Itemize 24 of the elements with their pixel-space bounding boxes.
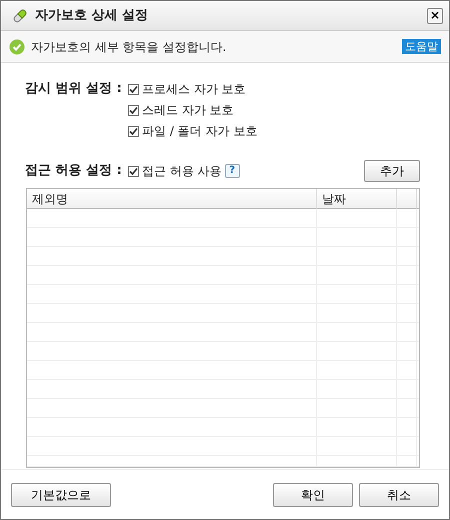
checkbox-label: 파일 / 폴더 자가 보호 <box>142 123 258 140</box>
dialog-title: 자가보호 상세 설정 <box>35 6 150 25</box>
defaults-button[interactable]: 기본값으로 <box>11 482 111 506</box>
add-button[interactable]: 추가 <box>364 160 420 182</box>
section-label: 감시 범위 설정 : <box>25 80 123 98</box>
checkbox-label: 스레드 자가 보호 <box>142 102 234 119</box>
cancel-button[interactable]: 취소 <box>359 482 439 506</box>
close-button[interactable]: × <box>427 8 443 24</box>
column-header: 제외명 <box>27 189 317 209</box>
checkbox[interactable] <box>128 166 139 176</box>
column-header: 날짜 <box>317 189 397 209</box>
checkbox[interactable] <box>128 104 139 116</box>
help-link[interactable]: 도움말 <box>402 39 441 54</box>
info-message: 자가보호의 세부 항목을 설정합니다. <box>31 38 228 56</box>
table-cell <box>397 209 417 228</box>
check-circle-icon <box>9 38 25 54</box>
help-icon[interactable]: ? <box>224 164 240 178</box>
ok-button[interactable]: 확인 <box>273 482 353 506</box>
checkbox[interactable] <box>128 126 139 136</box>
checkbox-label: 접근 허용 사용 <box>142 163 222 180</box>
table-cell <box>397 456 417 467</box>
checkbox-label: 프로세스 자가 보호 <box>142 81 246 98</box>
checkbox[interactable] <box>128 84 139 94</box>
section-label: 접근 허용 설정 : <box>25 162 123 180</box>
